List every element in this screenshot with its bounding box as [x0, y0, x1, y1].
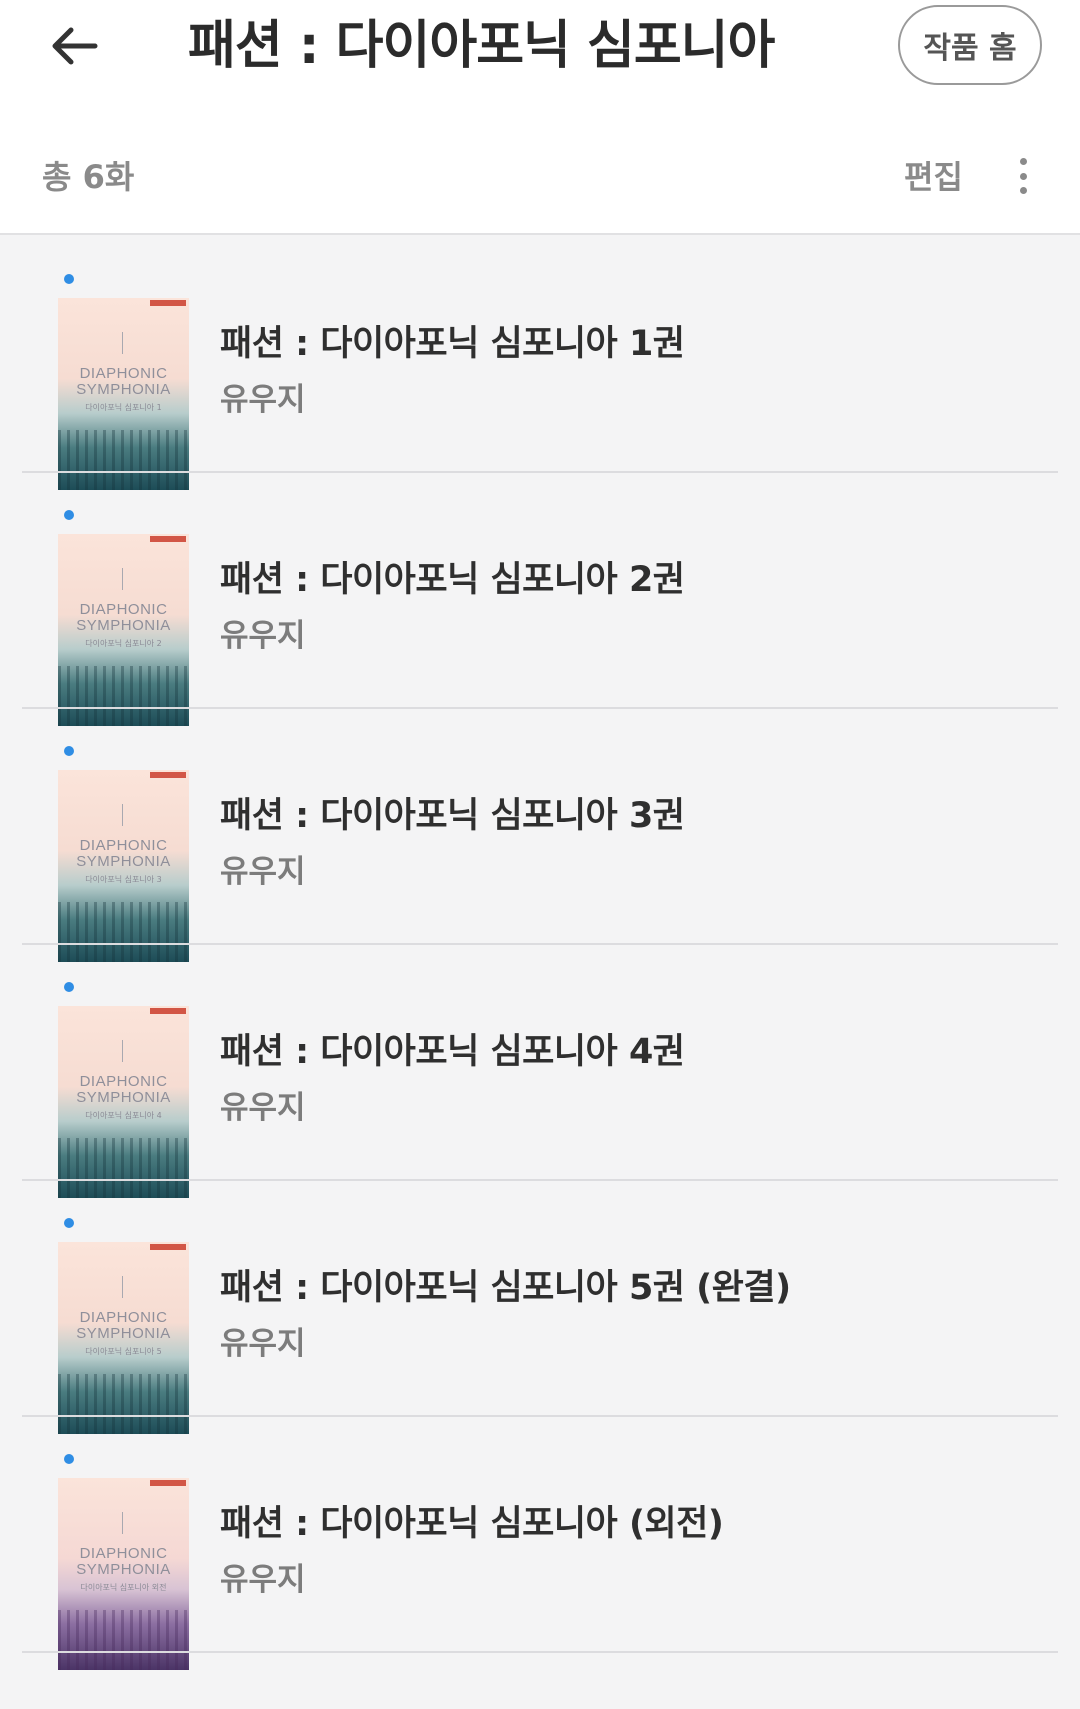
cover-subtitle: 다이아포닉 심포니아 3 — [85, 875, 162, 884]
item-title: 패션 : 다이아포닉 심포니아 4권 — [220, 1032, 685, 1072]
episode-list: DIAPHONIC SYMPHONIA 다이아포닉 심포니아 1 패션 : 다이… — [0, 237, 1080, 1670]
back-button[interactable] — [42, 14, 106, 78]
item-author: 유우지 — [220, 1090, 306, 1126]
cover-subtitle: 다이아포닉 심포니아 5 — [85, 1347, 162, 1356]
page-title: 패션 : 다이아포닉 심포니아 — [188, 16, 775, 76]
app-header: 패션 : 다이아포닉 심포니아 작품 홈 총 6화 편집 — [0, 0, 1080, 235]
item-title: 패션 : 다이아포닉 심포니아 (외전) — [220, 1504, 724, 1544]
cover-title-line-1: DIAPHONIC — [79, 1309, 168, 1326]
item-author: 유우지 — [220, 618, 306, 654]
list-item[interactable]: DIAPHONIC SYMPHONIA 다이아포닉 심포니아 3 패션 : 다이… — [0, 709, 1080, 962]
cover-subtitle: 다이아포닉 심포니아 1 — [85, 403, 162, 412]
more-vertical-icon — [1019, 187, 1027, 194]
work-home-button[interactable]: 작품 홈 — [898, 5, 1042, 85]
more-vertical-icon — [1019, 158, 1027, 165]
cover-title-line-1: DIAPHONIC — [79, 601, 168, 618]
cover-title-line-1: DIAPHONIC — [79, 837, 168, 854]
cover-title-line-2: SYMPHONIA — [76, 617, 171, 634]
item-title: 패션 : 다이아포닉 심포니아 5권 (완결) — [220, 1268, 791, 1308]
cover-subtitle: 다이아포닉 심포니아 2 — [85, 639, 162, 648]
cover-title-line-2: SYMPHONIA — [76, 1325, 171, 1342]
cover-title-line-2: SYMPHONIA — [76, 853, 171, 870]
item-author: 유우지 — [220, 854, 306, 890]
book-cover-thumbnail: DIAPHONIC SYMPHONIA 다이아포닉 심포니아 2 — [58, 534, 189, 726]
cover-title-line-2: SYMPHONIA — [76, 1089, 171, 1106]
item-title: 패션 : 다이아포닉 심포니아 2권 — [220, 560, 685, 600]
cover-subtitle: 다이아포닉 심포니아 외전 — [80, 1583, 167, 1592]
book-cover-thumbnail: DIAPHONIC SYMPHONIA 다이아포닉 심포니아 4 — [58, 1006, 189, 1198]
cover-title-line-1: DIAPHONIC — [79, 1073, 168, 1090]
cover-title-line-1: DIAPHONIC — [79, 365, 168, 382]
item-author: 유우지 — [220, 1562, 306, 1598]
item-title: 패션 : 다이아포닉 심포니아 3권 — [220, 796, 685, 836]
new-indicator-dot — [64, 746, 74, 756]
item-author: 유우지 — [220, 382, 306, 418]
new-indicator-dot — [64, 1218, 74, 1228]
edit-button[interactable]: 편집 — [904, 152, 963, 198]
new-indicator-dot — [64, 982, 74, 992]
book-cover-thumbnail: DIAPHONIC SYMPHONIA 다이아포닉 심포니아 1 — [58, 298, 189, 490]
more-options-button[interactable] — [1005, 152, 1041, 200]
list-item[interactable]: DIAPHONIC SYMPHONIA 다이아포닉 심포니아 5 패션 : 다이… — [0, 1181, 1080, 1434]
list-item[interactable]: DIAPHONIC SYMPHONIA 다이아포닉 심포니아 2 패션 : 다이… — [0, 473, 1080, 726]
new-indicator-dot — [64, 274, 74, 284]
list-item[interactable]: DIAPHONIC SYMPHONIA 다이아포닉 심포니아 외전 패션 : 다… — [0, 1417, 1080, 1670]
item-title: 패션 : 다이아포닉 심포니아 1권 — [220, 324, 685, 364]
cover-title-line-2: SYMPHONIA — [76, 381, 171, 398]
cover-subtitle: 다이아포닉 심포니아 4 — [85, 1111, 162, 1120]
list-item[interactable]: DIAPHONIC SYMPHONIA 다이아포닉 심포니아 4 패션 : 다이… — [0, 945, 1080, 1198]
arrow-left-icon — [52, 27, 98, 65]
item-author: 유우지 — [220, 1326, 306, 1362]
book-cover-thumbnail: DIAPHONIC SYMPHONIA 다이아포닉 심포니아 5 — [58, 1242, 189, 1434]
list-item[interactable]: DIAPHONIC SYMPHONIA 다이아포닉 심포니아 1 패션 : 다이… — [0, 237, 1080, 490]
book-cover-thumbnail: DIAPHONIC SYMPHONIA 다이아포닉 심포니아 3 — [58, 770, 189, 962]
book-cover-thumbnail: DIAPHONIC SYMPHONIA 다이아포닉 심포니아 외전 — [58, 1478, 189, 1670]
new-indicator-dot — [64, 1454, 74, 1464]
cover-title-line-2: SYMPHONIA — [76, 1561, 171, 1578]
new-indicator-dot — [64, 510, 74, 520]
more-vertical-icon — [1019, 172, 1027, 180]
cover-title-line-1: DIAPHONIC — [79, 1545, 168, 1562]
episode-count: 총 6화 — [42, 158, 135, 196]
